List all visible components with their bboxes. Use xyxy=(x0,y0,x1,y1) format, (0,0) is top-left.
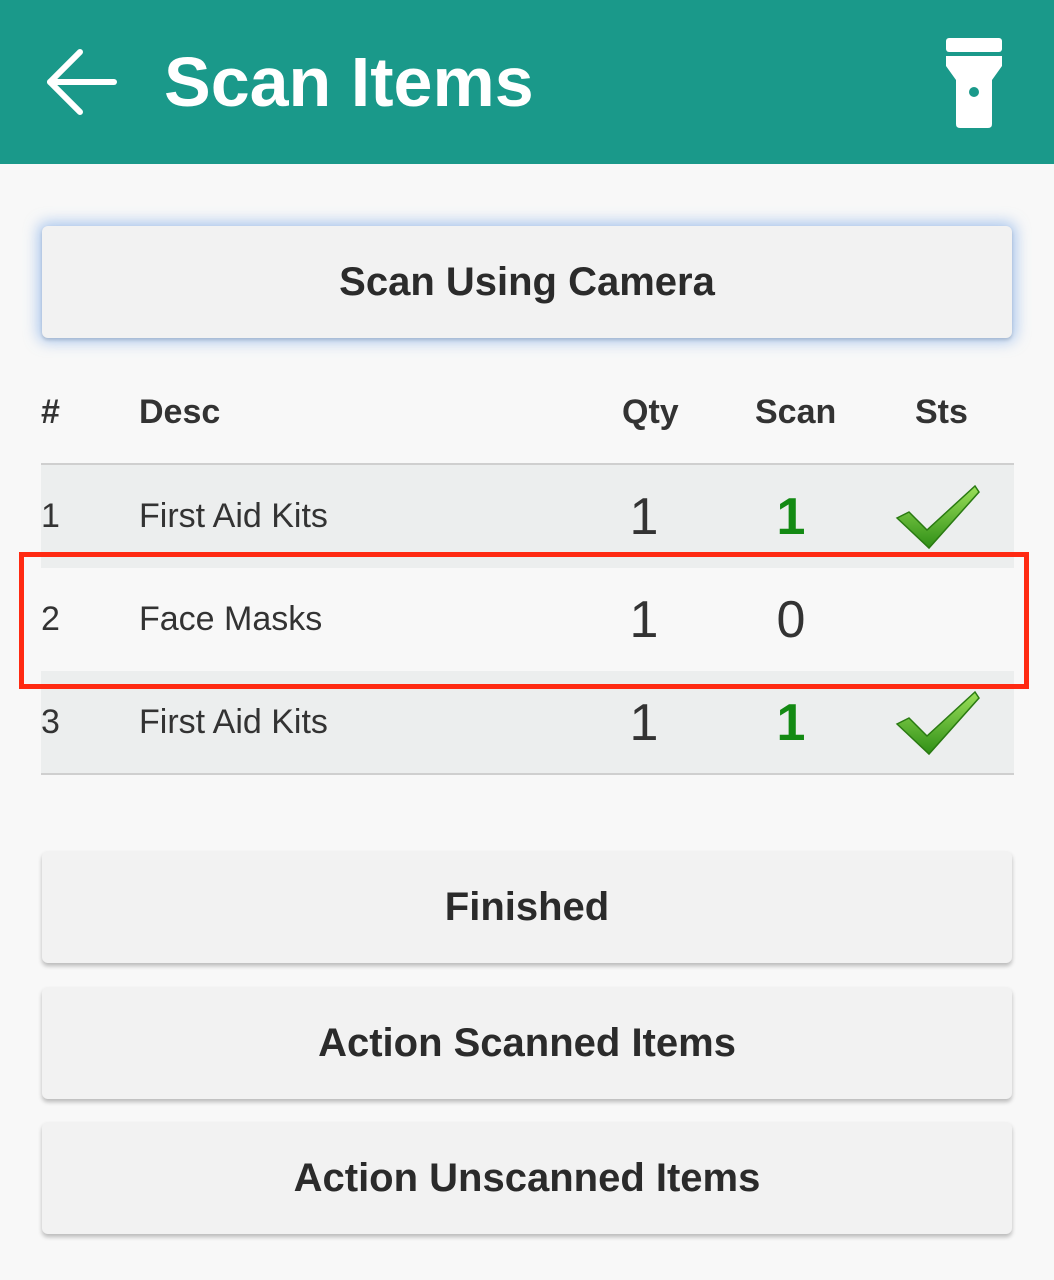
flashlight-icon[interactable] xyxy=(938,36,1010,130)
column-header-scan: Scan xyxy=(755,393,837,431)
items-table: # Desc Qty Scan Sts 1 First Aid Kits 1 1… xyxy=(41,370,1014,775)
checkmark-icon xyxy=(895,690,980,755)
app-bar: Scan Items xyxy=(0,0,1054,164)
table-row[interactable]: 2 Face Masks 1 0 xyxy=(41,568,1014,671)
row-qty: 1 xyxy=(629,487,659,546)
action-scanned-items-button[interactable]: Action Scanned Items xyxy=(42,987,1012,1099)
row-status xyxy=(893,671,983,774)
row-qty: 1 xyxy=(629,693,659,752)
table-header: # Desc Qty Scan Sts xyxy=(41,370,1014,465)
scan-using-camera-button[interactable]: Scan Using Camera xyxy=(42,226,1012,338)
finished-button[interactable]: Finished xyxy=(42,851,1012,963)
row-status xyxy=(893,568,983,671)
row-scan-count: 0 xyxy=(776,590,806,649)
column-header-sts: Sts xyxy=(915,393,968,431)
row-number: 3 xyxy=(41,703,60,741)
row-description: First Aid Kits xyxy=(139,497,328,535)
row-description: First Aid Kits xyxy=(139,703,328,741)
row-qty: 1 xyxy=(629,590,659,649)
back-arrow-icon[interactable] xyxy=(44,44,120,120)
column-header-number: # xyxy=(41,393,60,431)
column-header-desc: Desc xyxy=(139,393,221,431)
row-number: 1 xyxy=(41,497,60,535)
table-row[interactable]: 1 First Aid Kits 1 1 xyxy=(41,465,1014,568)
row-status xyxy=(893,465,983,568)
page-title: Scan Items xyxy=(164,43,534,121)
row-scan-count: 1 xyxy=(776,487,806,546)
action-unscanned-items-button[interactable]: Action Unscanned Items xyxy=(42,1122,1012,1234)
checkmark-icon xyxy=(895,484,980,549)
row-number: 2 xyxy=(41,600,60,638)
row-description: Face Masks xyxy=(139,600,323,638)
table-row[interactable]: 3 First Aid Kits 1 1 xyxy=(41,671,1014,775)
row-scan-count: 1 xyxy=(776,693,806,752)
column-header-qty: Qty xyxy=(622,393,679,431)
